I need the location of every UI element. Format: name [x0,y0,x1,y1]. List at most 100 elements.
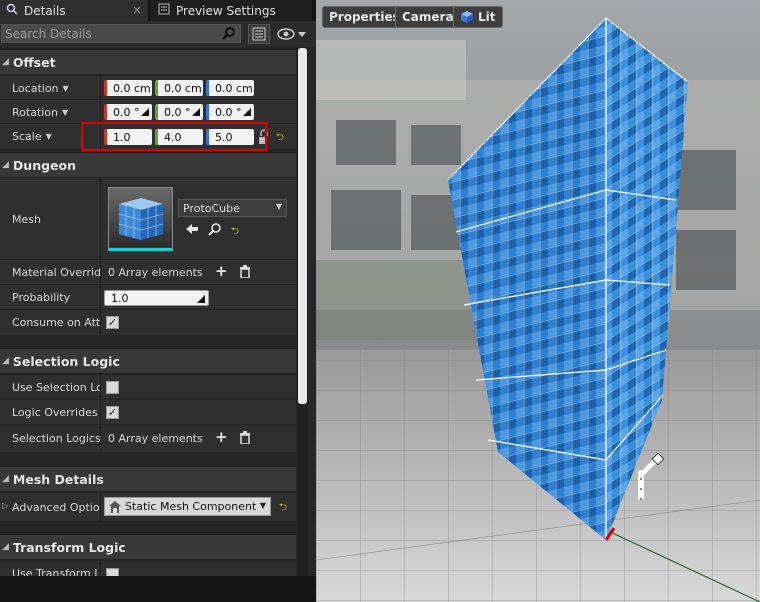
drag-spin-icon[interactable] [243,108,251,116]
scrollbar-thumb[interactable] [298,48,307,404]
category-dungeon[interactable]: ◢ Dungeon [0,152,296,177]
collapse-arrow-icon: ◢ [2,356,9,366]
rotation-label: Rotation ▼ [12,105,69,119]
advanced-options-dropdown[interactable]: Static Mesh Component ▼ [104,497,271,516]
checkmark-icon: ✓ [107,406,118,419]
advanced-options-label: Advanced Options [12,500,100,514]
collapse-arrow-icon: ◢ [2,542,9,552]
trash-icon[interactable] [239,431,251,447]
location-label: Location ▼ [12,81,69,95]
logic-overrides-checkbox[interactable]: ✓ [106,406,119,419]
viewport-scene [316,0,760,602]
camera-button[interactable]: Camera [395,6,461,28]
lit-button[interactable]: Lit [453,6,503,28]
trash-icon[interactable] [239,265,251,281]
category-transform-logic-label: Transform Logic [12,539,126,555]
chevron-down-icon: ▼ [259,501,266,510]
location-x-field[interactable]: 0.0 cm [104,80,152,96]
consume-on-attach-checkbox[interactable]: ✓ [106,316,119,329]
search-input[interactable] [2,25,218,42]
row-divider [100,375,101,400]
use-selected-arrow-icon[interactable] [185,222,199,239]
collapse-arrow-icon: ◢ [2,57,9,67]
add-element-icon[interactable]: + [215,428,228,446]
probability-row: Probability 1.0 [0,284,296,310]
reset-to-default-icon[interactable]: ⮌ [279,500,287,517]
category-selection-logic[interactable]: ◢ Selection Logic [0,348,296,373]
use-selection-logic-checkbox[interactable] [106,381,119,394]
collapse-arrow-icon: ◢ [2,474,9,484]
consume-on-attach-row: Consume on Attach ✓ [0,309,296,335]
category-selection-logic-label: Selection Logic [12,353,120,369]
rotation-z-field[interactable]: 0.0 ° [206,104,254,120]
bottom-bar [0,576,316,602]
expand-arrow-icon[interactable]: ▷ [2,501,8,510]
category-transform-logic[interactable]: ◢ Transform Logic [0,534,296,559]
row-divider [100,310,101,335]
category-offset[interactable]: ◢ Offset [0,49,296,74]
row-divider [100,400,101,425]
category-offset-label: Offset [12,54,56,70]
row-divider [100,76,101,100]
drag-spin-icon[interactable] [197,295,205,303]
mesh-asset-dropdown[interactable]: ProtoCube ▼ [178,199,287,217]
location-z-field[interactable]: 0.0 cm [206,80,254,96]
rotation-y-field[interactable]: 0.0 ° [155,104,203,120]
checkmark-icon: ✓ [107,316,118,329]
material-override-row: Material Override 0 Array elements + [0,259,296,285]
add-element-icon[interactable]: + [215,262,228,280]
mesh-asset-value: ProtoCube [183,201,240,215]
advanced-options-value: Static Mesh Component [125,500,257,513]
viewport[interactable]: Properties Camera Lit [316,0,760,602]
row-divider [100,260,101,285]
selection-logics-row: Selection Logics 0 Array elements + [0,424,296,452]
cube-preview-icon [109,188,172,247]
mesh-thumbnail[interactable] [108,187,173,251]
mesh-label: Mesh [12,212,41,226]
use-selection-logic-label: Use Selection Logic [12,381,100,394]
logic-overrides-row: Logic Overrides Affinity ✓ [0,399,296,425]
category-dungeon-label: Dungeon [12,157,77,173]
search-icon[interactable] [222,26,236,43]
chevron-down-icon[interactable]: ▼ [62,108,68,117]
selection-logics-value: 0 Array elements [108,432,203,445]
consume-on-attach-label: Consume on Attach [12,316,100,329]
tab-preview-settings[interactable]: Preview Settings [150,0,312,21]
material-override-value: 0 Array elements [108,266,203,279]
browse-search-icon[interactable] [208,222,222,239]
tab-preview-settings-label: Preview Settings [176,3,276,18]
drag-spin-icon[interactable] [141,108,149,116]
details-panel: Details × Preview Settings ◢ Offset [0,0,316,602]
location-y-field[interactable]: 0.0 cm [155,80,203,96]
reset-to-default-icon[interactable]: ⮌ [231,224,239,241]
search-row [0,21,316,47]
row-divider [100,100,101,124]
rotation-x-field[interactable]: 0.0 ° [104,104,152,120]
collapse-arrow-icon: ◢ [2,160,9,170]
row-divider [100,425,101,452]
location-row: Location ▼ 0.0 cm 0.0 cm 0.0 cm [0,75,296,100]
scale-highlight-box [81,122,267,151]
visibility-filter-button[interactable] [276,25,310,43]
selection-logics-label: Selection Logics [12,432,100,445]
tab-details[interactable]: Details × [0,0,148,21]
chevron-down-icon[interactable]: ▼ [46,132,52,141]
chevron-down-icon: ▼ [275,202,282,211]
category-mesh-details-label: Mesh Details [12,471,104,487]
chevron-down-icon[interactable]: ▼ [63,84,69,93]
list-view-icon [252,27,266,41]
rotation-row: Rotation ▼ 0.0 ° 0.0 ° 0.0 ° [0,99,296,124]
details-icon [6,3,18,18]
logic-overrides-label: Logic Overrides Affinity [12,406,100,419]
tab-bar: Details × Preview Settings [0,0,316,21]
eye-icon [277,28,306,40]
probability-field[interactable]: 1.0 [104,290,209,306]
category-mesh-details[interactable]: ◢ Mesh Details [0,466,296,491]
tab-details-label: Details [24,3,66,18]
drag-spin-icon[interactable] [192,108,200,116]
view-options-button[interactable] [248,24,270,44]
search-box [1,24,241,43]
settings-icon [158,3,170,18]
reset-to-default-icon[interactable]: ⮌ [276,130,284,147]
close-icon[interactable]: × [132,3,142,17]
